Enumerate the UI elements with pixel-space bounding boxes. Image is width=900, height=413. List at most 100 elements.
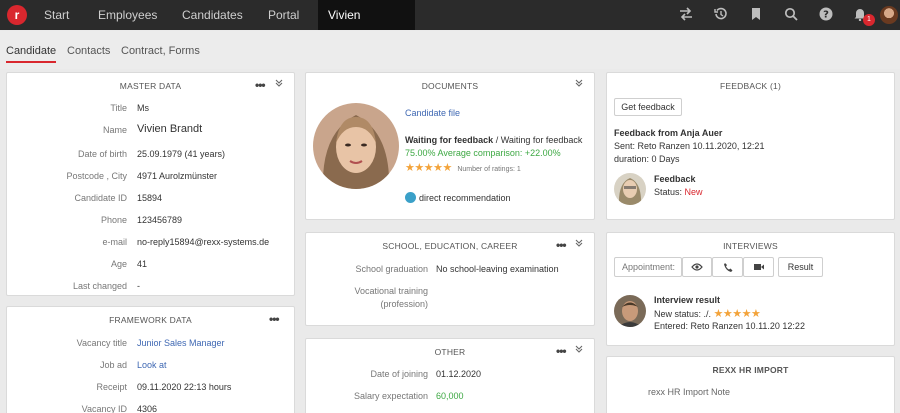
nav-candidates[interactable]: Candidates — [182, 0, 243, 30]
other-card: OTHER ••• Date of joining 01.12.2020 Sal… — [305, 338, 595, 413]
nav-active-candidate[interactable]: Vivien Brandt⌄ — [318, 0, 415, 52]
interview-entered: Entered: Reto Ranzen 10.11.20 12:22 — [654, 321, 805, 331]
collapse-icon[interactable] — [575, 79, 583, 89]
tab-contacts[interactable]: Contacts — [67, 45, 110, 57]
rating-row: ★★★★★ Number of ratings: 1 — [405, 161, 521, 174]
feedback-duration: duration: 0 Days — [614, 154, 680, 164]
feedback-item-title: Feedback — [654, 174, 696, 184]
get-feedback-button[interactable]: Get feedback — [614, 98, 682, 116]
nav-start[interactable]: Start — [44, 0, 69, 30]
field-label-phone: Phone — [100, 215, 127, 225]
field-label-salary-expectation: Salary expectation — [353, 391, 428, 401]
field-label-receipt: Receipt — [96, 382, 127, 392]
rating-stars: ★★★★★ — [405, 162, 452, 174]
collapse-icon[interactable] — [575, 345, 583, 355]
average-comparison: 75.00% Average comparison: +22.00% — [405, 148, 561, 158]
interviews-card: INTERVIEWS Appointment: Result Interview… — [606, 232, 895, 346]
notification-count-badge: 1 — [863, 14, 875, 26]
feedback-card: FEEDBACK (1) Get feedback Feedback from … — [606, 72, 895, 220]
field-value-age: 41 — [137, 259, 148, 269]
feedback-status-value: New — [684, 187, 703, 197]
master-data-card: MASTER DATA ••• Title Ms Name Vivien Bra… — [6, 72, 295, 296]
candidate-photo[interactable] — [313, 103, 399, 189]
more-options-icon[interactable]: ••• — [556, 344, 567, 358]
history-icon[interactable] — [713, 7, 729, 23]
search-icon[interactable] — [783, 7, 799, 23]
field-label-title: Title — [110, 103, 127, 113]
collapse-icon[interactable] — [575, 239, 583, 249]
field-value-date-of-birth: 25.09.1979 (41 years) — [137, 149, 226, 159]
field-label-date-of-birth: Date of birth — [77, 149, 127, 159]
hr-import-note: rexx HR Import Note — [648, 387, 731, 397]
framework-data-card: FRAMEWORK DATA ••• Vacancy title Junior … — [6, 306, 295, 413]
field-label-age: Age — [110, 259, 127, 269]
status-rest: / Waiting for feedback — [493, 135, 583, 145]
interviews-title: INTERVIEWS — [723, 241, 778, 251]
view-appointment-button[interactable] — [682, 257, 712, 277]
field-value-phone[interactable]: 123456789 — [137, 215, 182, 225]
video-appointment-button[interactable] — [743, 257, 774, 277]
user-avatar[interactable] — [880, 6, 898, 24]
field-value-postcode-city: 4971 Aurolzmünster — [137, 171, 218, 181]
field-label-vacancy-id: Vacancy ID — [81, 404, 127, 413]
help-icon[interactable]: ? — [818, 7, 834, 23]
ratings-count: Number of ratings: 1 — [457, 166, 521, 173]
document-status: Waiting for feedback / Waiting for feedb… — [405, 135, 582, 145]
job-ad-link[interactable]: Look at — [137, 360, 167, 370]
documents-card: DOCUMENTS Candidate file Waiting for fee… — [305, 72, 595, 220]
status-bold: Waiting for feedback — [405, 135, 494, 145]
hr-import-title: REXX HR IMPORT — [712, 365, 789, 375]
field-label-postcode-city: Postcode , City — [66, 171, 127, 181]
school-education-card: SCHOOL, EDUCATION, CAREER ••• School gra… — [305, 232, 595, 326]
field-label-school-graduation: School graduation — [355, 264, 428, 274]
interview-stars: ★★★★★ — [713, 308, 761, 320]
interview-result-title: Interview result — [654, 295, 721, 305]
transfer-icon[interactable] — [678, 7, 694, 23]
field-value-date-of-joining: 01.12.2020 — [436, 369, 482, 379]
feedback-title: FEEDBACK (1) — [720, 81, 781, 91]
tab-contract-forms[interactable]: Contract, Forms — [121, 45, 200, 57]
phone-appointment-button[interactable] — [712, 257, 743, 277]
rexx-logo[interactable]: r — [7, 5, 27, 25]
nav-portal[interactable]: Portal — [268, 0, 299, 30]
feedback-status: Status: New — [654, 187, 703, 197]
recommendation-row: direct recommendation — [405, 192, 511, 203]
more-options-icon[interactable]: ••• — [269, 312, 280, 326]
feedback-sent: Sent: Reto Ranzen 10.11.2020, 12:21 — [614, 141, 765, 151]
field-value-candidate-id: 15894 — [137, 193, 163, 203]
tab-candidate[interactable]: Candidate — [6, 45, 57, 63]
school-education-title: SCHOOL, EDUCATION, CAREER — [382, 241, 518, 251]
field-value-vacancy-id: 4306 — [137, 404, 158, 413]
field-value-last-changed: - — [137, 281, 140, 291]
feedback-giver-avatar[interactable] — [614, 173, 646, 205]
field-value-name: Vivien Brandt — [137, 123, 203, 135]
sub-tab-bar: Candidate Contacts Contract, Forms — [0, 31, 900, 69]
field-label-date-of-joining: Date of joining — [370, 369, 428, 379]
field-label-name: Name — [102, 125, 127, 135]
field-label-email: e-mail — [102, 237, 127, 247]
recommendation-icon — [405, 192, 416, 203]
other-title: OTHER — [434, 347, 466, 357]
field-value-salary-expectation: 60,000 — [436, 391, 464, 401]
more-options-icon[interactable]: ••• — [255, 78, 266, 92]
candidate-file-link[interactable]: Candidate file — [405, 108, 460, 118]
field-label-candidate-id: Candidate ID — [74, 193, 127, 203]
more-options-icon[interactable]: ••• — [556, 238, 567, 252]
feedback-status-label: Status: — [654, 187, 685, 197]
field-value-email[interactable]: no-reply15894@rexx-systems.de — [137, 237, 269, 247]
field-label-job-ad: Job ad — [99, 360, 127, 370]
feedback-from: Feedback from Anja Auer — [614, 128, 723, 138]
result-button[interactable]: Result — [778, 257, 823, 277]
field-value-title: Ms — [137, 103, 149, 113]
field-label-vacancy-title: Vacancy title — [76, 338, 127, 348]
field-label-last-changed: Last changed — [72, 281, 127, 291]
master-data-title: MASTER DATA — [119, 81, 182, 91]
framework-data-title: FRAMEWORK DATA — [109, 315, 192, 325]
collapse-icon[interactable] — [275, 79, 283, 89]
bookmark-icon[interactable] — [748, 7, 764, 23]
field-value-school-graduation: No school-leaving examination — [436, 264, 559, 274]
vacancy-title-link[interactable]: Junior Sales Manager — [137, 338, 225, 348]
interview-new-status-row: New status: ./. ★★★★★ — [654, 307, 761, 320]
interviewer-avatar[interactable] — [614, 295, 646, 327]
nav-employees[interactable]: Employees — [98, 0, 157, 30]
